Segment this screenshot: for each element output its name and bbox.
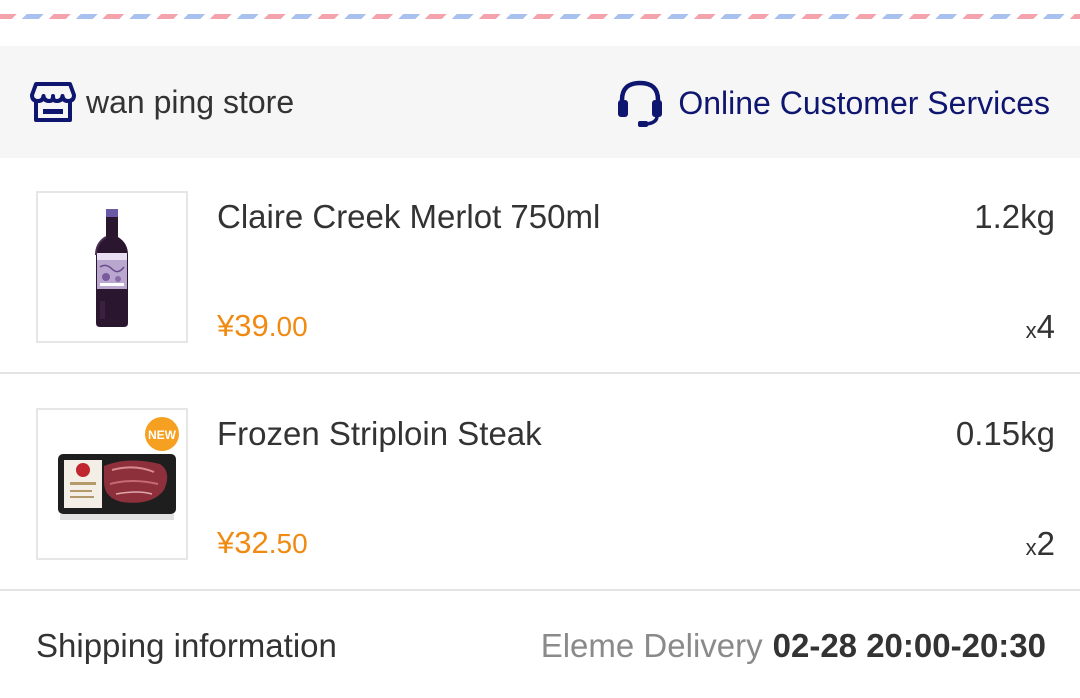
price-currency: ¥	[217, 525, 235, 560]
order-item[interactable]: NEW Frozen Striploin Steak 0.15kg ¥32.50…	[0, 375, 1080, 591]
product-quantity: x4	[1026, 308, 1055, 346]
price-cents: .50	[268, 528, 308, 559]
product-thumbnail[interactable]	[36, 191, 188, 343]
wine-bottle-image	[95, 209, 128, 327]
product-weight: 1.2kg	[974, 198, 1055, 235]
order-detail-page: wan ping store Online Customer Services	[0, 0, 1080, 698]
price-cents: .00	[268, 311, 308, 342]
product-price: ¥32.50	[217, 525, 308, 561]
product-name: Frozen Striploin Steak	[217, 415, 542, 452]
quantity-prefix: x	[1025, 318, 1037, 343]
price-currency: ¥	[217, 308, 235, 343]
product-thumbnail[interactable]: NEW	[36, 408, 188, 560]
store-icon	[30, 80, 76, 124]
shipping-information-row[interactable]: Shipping information Eleme Delivery 02-28…	[0, 591, 1080, 698]
online-customer-services-button[interactable]: Online Customer Services	[616, 78, 1050, 128]
price-integer: 39	[234, 308, 269, 343]
price-integer: 32	[234, 525, 269, 560]
store-header: wan ping store Online Customer Services	[0, 46, 1080, 158]
shipping-carrier: Eleme Delivery	[540, 627, 763, 664]
product-price: ¥39.00	[217, 308, 308, 344]
online-customer-services-label: Online Customer Services	[678, 84, 1050, 121]
quantity-prefix: x	[1025, 535, 1037, 560]
product-quantity: x2	[1026, 525, 1055, 563]
quantity-value: 4	[1036, 308, 1055, 345]
store-name: wan ping store	[86, 83, 295, 120]
shipping-label: Shipping information	[36, 627, 337, 664]
product-weight: 0.15kg	[955, 415, 1055, 452]
quantity-value: 2	[1036, 525, 1055, 562]
product-name: Claire Creek Merlot 750ml	[217, 198, 601, 235]
shipping-value: Eleme Delivery 02-28 20:00-20:30	[541, 627, 1046, 665]
airmail-stripe-divider	[0, 14, 1080, 19]
new-badge: NEW	[148, 428, 177, 442]
order-item[interactable]: Claire Creek Merlot 750ml 1.2kg ¥39.00 x…	[0, 158, 1080, 374]
store-link[interactable]: wan ping store	[30, 80, 294, 124]
headset-icon	[616, 78, 664, 128]
steak-package-image: NEW	[58, 417, 179, 520]
shipping-time: 02-28 20:00-20:30	[772, 627, 1046, 664]
